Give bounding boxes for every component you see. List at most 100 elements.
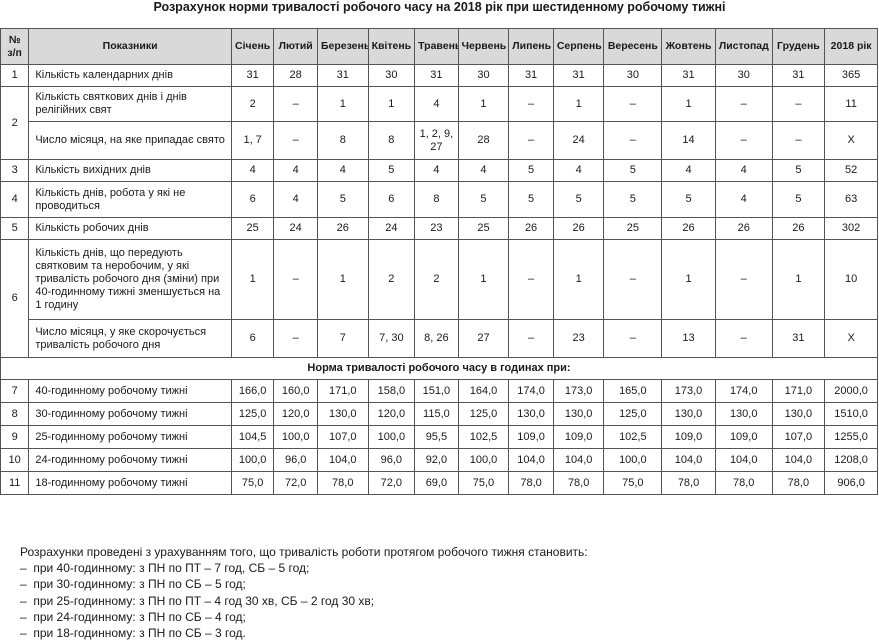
row-number: 3 [0,159,30,182]
month-value-cell: 6 [230,181,275,218]
month-value-cell: 130,0 [316,402,369,426]
month-value-cell: 160,0 [273,379,318,403]
header-year: 2018 рік [824,28,878,65]
month-value-cell: 30 [367,64,416,87]
month-value-cell: 4 [414,86,459,122]
header-month: Грудень [771,28,826,65]
month-value-cell: – [273,239,318,320]
month-value-cell: 1 [771,239,826,320]
month-value-cell: 130,0 [508,402,554,426]
row-label: 40-годинному робочому тижні [28,379,232,403]
section-row: Норма тривалості робочого часу в годинах… [0,357,878,380]
month-value-cell: 4 [273,181,318,218]
month-value-cell: – [603,239,663,320]
month-value-cell: 13 [661,319,716,358]
row-label: 18-годинному робочому тижні [28,471,232,495]
month-value-cell: 104,0 [508,448,554,472]
month-value-cell: 31 [316,64,369,87]
month-value-cell: 100,0 [603,448,663,472]
month-value-cell: 72,0 [273,471,318,495]
month-value-cell: 158,0 [367,379,416,403]
month-value-cell: 102,5 [457,425,510,449]
header-month: Серпень [552,28,605,65]
month-value-cell: 107,0 [771,425,826,449]
month-value-cell: 78,0 [508,471,554,495]
month-value-cell: – [714,121,773,160]
table-row: 6 Кількість днів, що передують святковим … [0,239,878,358]
notes-intro: Розрахунки проведені з урахуванням того,… [20,545,588,559]
month-value-cell: 26 [552,217,605,240]
month-value-cell: 174,0 [508,379,554,403]
month-value-cell: 125,0 [230,402,275,426]
row-number: 7 [0,379,30,403]
month-value-cell: 31 [414,64,459,87]
month-value-cell: 166,0 [230,379,275,403]
month-value-cell: – [508,319,554,358]
row-label: Кількість вихідних днів [28,159,232,182]
month-value-cell: 130,0 [714,402,773,426]
year-total-cell: 1255,0 [824,425,878,449]
month-value-cell: 8, 26 [414,319,459,358]
row-number: 8 [0,402,30,426]
header-month: Липень [508,28,554,65]
year-total-cell: 52 [824,159,878,182]
month-value-cell: 4 [457,159,510,182]
year-total-cell: 10 [824,239,878,320]
month-value-cell: 5 [316,181,369,218]
month-value-cell: 5 [508,181,554,218]
month-value-cell: 30 [603,64,663,87]
month-value-cell: 96,0 [367,448,416,472]
row-number: 9 [0,425,30,449]
year-total-cell: Х [824,319,878,358]
month-value-cell: 8 [367,121,416,160]
row-label: 24-годинному робочому тижні [28,448,232,472]
table-row: Число місяця, на яке припадає свято 1, 7–… [1,121,878,160]
row-number: 1 [0,64,30,87]
header-month: Квітень [367,28,416,65]
month-value-cell: 78,0 [552,471,605,495]
month-value-cell: 2 [230,86,275,122]
month-value-cell: 26 [316,217,369,240]
month-value-cell: 4 [714,159,773,182]
year-total-cell: 11 [824,86,878,122]
month-value-cell: 4 [552,159,605,182]
month-value-cell: 24 [273,217,318,240]
header-month: Жовтень [661,28,716,65]
year-total-cell: Х [824,121,878,160]
month-value-cell: 125,0 [457,402,510,426]
month-value-cell: 165,0 [603,379,663,403]
month-value-cell: 1 [367,86,416,122]
month-value-cell: 125,0 [603,402,663,426]
year-total-cell: 63 [824,181,878,218]
month-value-cell: 4 [414,159,459,182]
row-label: Число місяця, на яке припадає свято [28,121,232,160]
table-row: 7 40-годинному робочому тижні 166,0 160,0 17… [0,379,878,403]
header-month: Вересень [603,28,663,65]
month-value-cell: 1, 2, 9, 27 [414,121,459,160]
row-label: Число місяця, у яке скорочується тривалі… [28,319,232,358]
month-value-cell: 1 [230,239,275,320]
table-row: Число місяця, у яке скорочується тривалі… [1,319,878,358]
month-value-cell: 78,0 [771,471,826,495]
month-value-cell: – [273,86,318,122]
month-value-cell: 31 [508,64,554,87]
month-value-cell: 130,0 [552,402,605,426]
month-value-cell: 120,0 [273,402,318,426]
month-value-cell: 4 [714,181,773,218]
month-value-cell: – [771,121,826,160]
month-value-cell: 75,0 [457,471,510,495]
table-row: 3 Кількість вихідних днів 4 4 4 5 4 4 5 4 5 4 4 5 52 [0,159,878,182]
month-value-cell: 31 [552,64,605,87]
document-title: Розрахунок норми тривалості робочого час… [153,0,726,14]
table-row: 1 Кількість календарних днів 31 28 31 30 31 30 3… [0,64,878,87]
month-value-cell: 26 [661,217,716,240]
month-value-cell: 26 [714,217,773,240]
month-value-cell: 24 [367,217,416,240]
month-value-cell: 5 [552,181,605,218]
month-value-cell: 5 [603,181,663,218]
header-indicator: Показники [28,28,232,65]
month-value-cell: 102,5 [603,425,663,449]
header-month: Березень [316,28,369,65]
row-number: 4 [0,181,30,218]
month-value-cell: 1 [316,86,369,122]
